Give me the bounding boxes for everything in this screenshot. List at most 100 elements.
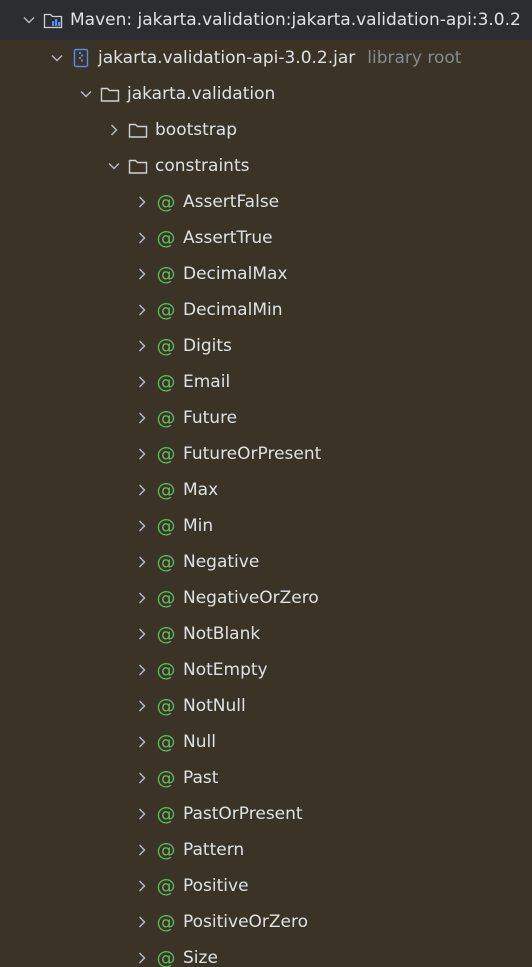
annotation-type-icon: @ [156, 263, 176, 285]
tree-node-jar[interactable]: jakarta.validation-api-3.0.2.jar library… [0, 40, 532, 76]
tree-node-label: Past [183, 768, 219, 788]
chevron-right-icon[interactable] [133, 724, 151, 760]
chevron-right-icon[interactable] [105, 112, 123, 148]
tree-node-package-jakarta-validation[interactable]: jakarta.validation [0, 76, 532, 112]
tree-node-label: AssertFalse [183, 192, 280, 212]
chevron-down-icon[interactable] [48, 40, 66, 76]
chevron-down-icon[interactable] [20, 2, 38, 38]
annotation-type-icon: @ [156, 407, 176, 429]
annotation-type-icon: @ [156, 839, 176, 861]
tree-node-annotation[interactable]: @ Digits [0, 328, 532, 364]
tree-node-label: Future [183, 408, 238, 428]
tree-node-annotation[interactable]: @ Pattern [0, 832, 532, 868]
tree-node-label: NotEmpty [183, 660, 268, 680]
tree-node-annotation[interactable]: @ NotBlank [0, 616, 532, 652]
tree-node-label: DecimalMax [183, 264, 288, 284]
tree-node-label: PastOrPresent [183, 804, 303, 824]
tree-node-annotation[interactable]: @ Min [0, 508, 532, 544]
tree-node-annotation[interactable]: @ Null [0, 724, 532, 760]
tree-node-bootstrap[interactable]: bootstrap [0, 112, 532, 148]
chevron-right-icon[interactable] [133, 328, 151, 364]
tree-node-label: Maven: jakarta.validation:jakarta.valida… [70, 10, 521, 30]
tree-node-annotation[interactable]: @ AssertFalse [0, 184, 532, 220]
tree-node-annotation[interactable]: @ NegativeOrZero [0, 580, 532, 616]
chevron-right-icon[interactable] [133, 400, 151, 436]
library-root-hint: library root [367, 48, 462, 68]
tree-node-label: Min [183, 516, 214, 536]
tree-node-label: jakarta.validation [127, 84, 276, 104]
folder-icon [127, 155, 149, 177]
chevron-right-icon[interactable] [133, 436, 151, 472]
annotation-type-icon: @ [156, 299, 176, 321]
tree-node-label: Email [183, 372, 231, 392]
tree-node-label: jakarta.validation-api-3.0.2.jar [98, 48, 356, 68]
tree-node-annotation[interactable]: @ DecimalMax [0, 256, 532, 292]
tree-node-annotation[interactable]: @ Positive [0, 868, 532, 904]
tree-node-annotation[interactable]: @ Size [0, 940, 532, 967]
tree-node-label: AssertTrue [183, 228, 273, 248]
annotation-type-icon: @ [156, 695, 176, 717]
tree-node-annotation[interactable]: @ Past [0, 760, 532, 796]
tree-node-annotation[interactable]: @ NotEmpty [0, 652, 532, 688]
annotation-type-icon: @ [156, 515, 176, 537]
tree-node-label: Max [183, 480, 219, 500]
chevron-right-icon[interactable] [133, 868, 151, 904]
chevron-right-icon[interactable] [133, 616, 151, 652]
chevron-right-icon[interactable] [133, 652, 151, 688]
chevron-right-icon[interactable] [133, 796, 151, 832]
tree-node-annotation[interactable]: @ Negative [0, 544, 532, 580]
chevron-right-icon[interactable] [133, 508, 151, 544]
tree-node-label: Digits [183, 336, 232, 356]
chevron-right-icon[interactable] [133, 472, 151, 508]
tree-node-annotation[interactable]: @ AssertTrue [0, 220, 532, 256]
tree-node-label: NotNull [183, 696, 246, 716]
annotation-type-icon: @ [156, 875, 176, 897]
chevron-right-icon[interactable] [133, 688, 151, 724]
tree-node-label: PositiveOrZero [183, 912, 309, 932]
annotation-type-icon: @ [156, 731, 176, 753]
annotation-type-icon: @ [156, 587, 176, 609]
tree-node-label: FutureOrPresent [183, 444, 322, 464]
tree-node-annotation[interactable]: @ PositiveOrZero [0, 904, 532, 940]
chevron-right-icon[interactable] [133, 760, 151, 796]
tree-node-annotation[interactable]: @ Max [0, 472, 532, 508]
tree-node-annotation[interactable]: @ DecimalMin [0, 292, 532, 328]
chevron-right-icon[interactable] [133, 544, 151, 580]
tree-node-annotation[interactable]: @ FutureOrPresent [0, 436, 532, 472]
chevron-down-icon[interactable] [77, 76, 95, 112]
tree-node-label: NotBlank [183, 624, 261, 644]
chevron-right-icon[interactable] [133, 904, 151, 940]
chevron-right-icon[interactable] [133, 940, 151, 967]
tree-node-constraints[interactable]: constraints [0, 148, 532, 184]
chevron-down-icon[interactable] [105, 148, 123, 184]
folder-icon [127, 119, 149, 141]
chevron-right-icon[interactable] [133, 184, 151, 220]
chevron-right-icon[interactable] [133, 580, 151, 616]
chevron-right-icon[interactable] [133, 364, 151, 400]
tree-node-annotation[interactable]: @ PastOrPresent [0, 796, 532, 832]
folder-icon [99, 83, 121, 105]
chevron-right-icon[interactable] [133, 220, 151, 256]
chevron-right-icon[interactable] [133, 256, 151, 292]
annotation-type-icon: @ [156, 191, 176, 213]
tree-node-label: NegativeOrZero [183, 588, 319, 608]
tree-node-label: Size [183, 948, 218, 967]
chevron-right-icon[interactable] [133, 292, 151, 328]
annotation-type-icon: @ [156, 551, 176, 573]
chevron-right-icon[interactable] [133, 832, 151, 868]
annotation-type-icon: @ [156, 479, 176, 501]
tree-node-label: Negative [183, 552, 260, 572]
tree-node-label: bootstrap [155, 120, 237, 140]
tree-node-label: Positive [183, 876, 249, 896]
annotation-type-icon: @ [156, 443, 176, 465]
annotation-type-icon: @ [156, 623, 176, 645]
annotation-type-icon: @ [156, 335, 176, 357]
tree-node-annotation[interactable]: @ NotNull [0, 688, 532, 724]
tree-node-maven-library[interactable]: Maven: jakarta.validation:jakarta.valida… [0, 0, 532, 40]
annotation-type-icon: @ [156, 371, 176, 393]
tree-node-annotation[interactable]: @ Email [0, 364, 532, 400]
tree-node-label: constraints [155, 156, 250, 176]
annotation-type-icon: @ [156, 803, 176, 825]
tree-node-annotation[interactable]: @ Future [0, 400, 532, 436]
tree-node-label: Pattern [183, 840, 245, 860]
